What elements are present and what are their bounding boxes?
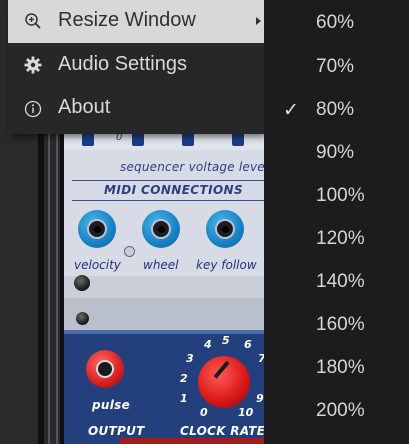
- rack-screw-icon: [74, 275, 90, 291]
- menu-item-label: About: [58, 96, 111, 118]
- submenu-item-label: 160%: [316, 314, 365, 335]
- sequencer-voltage-label: sequencer voltage level: [120, 160, 269, 174]
- menu-item-resize-window[interactable]: Resize Window: [8, 0, 264, 43]
- pulse-output-jack[interactable]: [86, 350, 124, 388]
- clock-rate-label: CLOCK RATE: [180, 424, 266, 438]
- submenu-item-label: 80%: [316, 99, 355, 120]
- submenu-item-100[interactable]: 100%: [264, 173, 409, 216]
- submenu-arrow-icon: [256, 17, 261, 25]
- knob-scale-number: 10: [238, 406, 254, 419]
- submenu-item-160[interactable]: 160%: [264, 302, 409, 345]
- rack-screw-icon: [76, 312, 89, 325]
- menu-item-about[interactable]: About: [8, 87, 264, 130]
- submenu-item-label: 200%: [316, 400, 365, 421]
- submenu-item-label: 100%: [316, 185, 365, 206]
- submenu-item-label: 180%: [316, 357, 365, 378]
- menu-item-label: Resize Window: [58, 9, 196, 31]
- checkmark-icon: ✓: [283, 99, 299, 121]
- knob-scale-number: 0: [200, 406, 208, 419]
- submenu-item-200[interactable]: 200%: [264, 388, 409, 431]
- mini-jack[interactable]: [132, 128, 144, 146]
- wheel-label: wheel: [143, 258, 179, 272]
- submenu-item-60[interactable]: 60%: [264, 0, 409, 43]
- gear-icon: [22, 54, 44, 76]
- submenu-item-140[interactable]: 140%: [264, 259, 409, 302]
- submenu-item-label: 70%: [316, 56, 355, 77]
- output-label: OUTPUT: [88, 424, 145, 438]
- module-edge: [64, 330, 264, 334]
- blank-module: [64, 298, 264, 334]
- submenu-item-180[interactable]: 180%: [264, 345, 409, 388]
- knob-scale-number: 5: [222, 334, 230, 347]
- info-icon: [22, 98, 44, 120]
- wheel-jack[interactable]: [142, 210, 180, 248]
- panel-screw-icon: [124, 246, 135, 257]
- menu-item-label: Audio Settings: [58, 53, 187, 75]
- context-menu: Resize Window Audio Settings About: [8, 0, 264, 134]
- mini-jack[interactable]: [232, 128, 244, 146]
- zoom-in-icon: [22, 10, 44, 32]
- submenu-item-90[interactable]: 90%: [264, 130, 409, 173]
- red-accent-strip: [120, 438, 270, 444]
- mini-jack[interactable]: [182, 128, 194, 146]
- knob-scale-number: 1: [180, 392, 188, 405]
- key-follow-label: key follow: [196, 258, 257, 272]
- submenu-item-label: 60%: [316, 12, 355, 33]
- resize-submenu: 60% 70% ✓ 80% 90% 100% 120% 140% 160% 18…: [264, 0, 409, 444]
- velocity-jack[interactable]: [78, 210, 116, 248]
- submenu-item-label: 140%: [316, 271, 365, 292]
- knob-scale-number: 4: [204, 338, 212, 351]
- divider: [72, 200, 264, 201]
- pulse-label: pulse: [92, 398, 131, 412]
- submenu-item-label: 90%: [316, 142, 355, 163]
- knob-scale-number: 6: [244, 338, 252, 351]
- knob-scale-number: 9: [256, 392, 264, 405]
- key-follow-jack[interactable]: [206, 210, 244, 248]
- submenu-item-70[interactable]: 70%: [264, 44, 409, 87]
- submenu-item-80[interactable]: ✓ 80%: [264, 87, 409, 130]
- mini-jack[interactable]: [82, 128, 94, 146]
- midi-connections-header: MIDI CONNECTIONS: [104, 183, 244, 197]
- blank-module: [64, 276, 264, 298]
- submenu-item-label: 120%: [316, 228, 365, 249]
- knob-scale-number: 2: [180, 372, 188, 385]
- knob-scale-number: 3: [186, 352, 194, 365]
- divider: [72, 180, 264, 181]
- submenu-item-120[interactable]: 120%: [264, 216, 409, 259]
- menu-item-audio-settings[interactable]: Audio Settings: [8, 44, 264, 87]
- velocity-label: velocity: [74, 258, 121, 272]
